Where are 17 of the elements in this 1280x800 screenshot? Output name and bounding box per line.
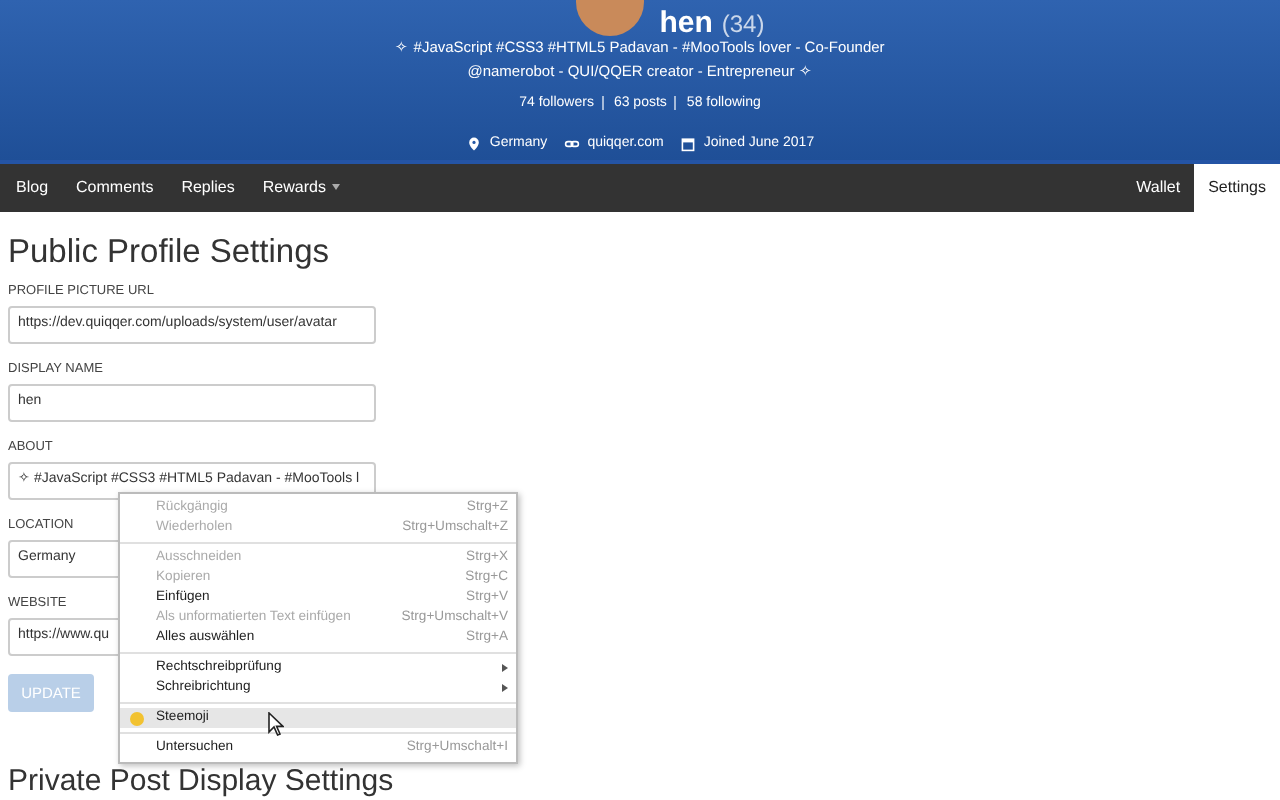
- nav-tab[interactable]: Rewards: [248, 164, 354, 212]
- nav-tab[interactable]: Wallet: [1122, 164, 1195, 212]
- nav-tab[interactable]: Comments: [62, 164, 168, 212]
- nav-tab[interactable]: Settings: [1194, 164, 1280, 212]
- section-heading: Private Post Display Settings: [8, 766, 394, 798]
- calendar-icon: [679, 136, 696, 152]
- user-name: hen: [659, 6, 713, 40]
- nav-tab[interactable]: Replies: [167, 164, 249, 212]
- emoji-icon: [130, 711, 144, 725]
- link-icon: [563, 136, 580, 152]
- reputation-score: (34): [721, 10, 765, 38]
- submenu-arrow-icon: [502, 684, 508, 692]
- section-heading: Public Profile Settings: [8, 232, 331, 272]
- mouse-cursor-icon: [268, 712, 284, 736]
- submenu-arrow-icon: [502, 664, 508, 672]
- nav-tab[interactable]: Blog: [2, 164, 63, 212]
- location-pin-icon: [465, 136, 482, 152]
